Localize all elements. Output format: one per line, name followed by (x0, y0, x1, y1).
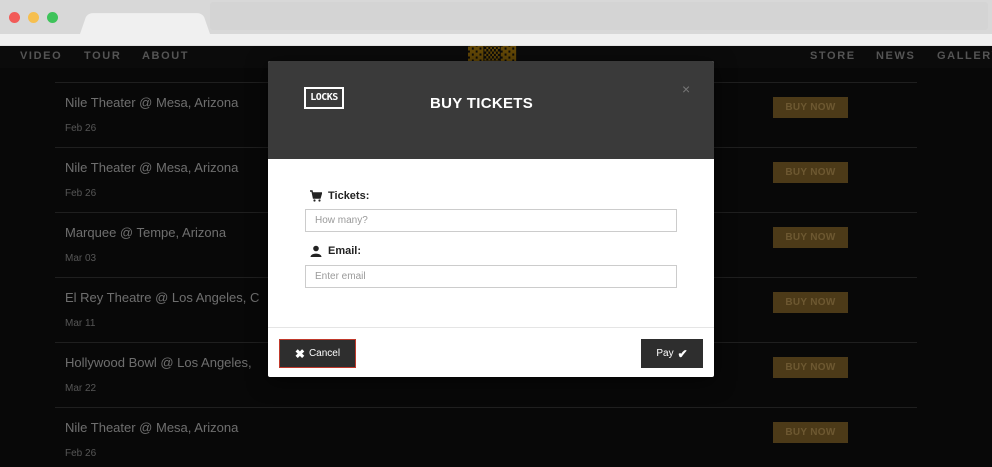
modal-footer: ✖ Cancel Pay ✔ (268, 327, 714, 377)
pay-button[interactable]: Pay ✔ (641, 339, 703, 368)
close-window-icon[interactable] (9, 12, 20, 23)
cancel-button[interactable]: ✖ Cancel (279, 339, 356, 368)
tickets-label-text: Tickets: (328, 190, 370, 202)
address-bar[interactable] (210, 2, 988, 30)
modal-body: Tickets: Email: (268, 159, 714, 327)
email-label-text: Email: (328, 245, 362, 257)
buy-tickets-modal: LOCKS BUY TICKETS × Tickets: E (268, 61, 714, 377)
close-icon: ✖ (294, 346, 305, 361)
browser-chrome (0, 0, 992, 46)
cart-icon (310, 190, 322, 202)
user-icon (310, 245, 322, 257)
modal-logo: LOCKS (304, 87, 344, 109)
tickets-input[interactable] (305, 209, 677, 232)
maximize-window-icon[interactable] (47, 12, 58, 23)
modal-title: BUY TICKETS (430, 95, 534, 112)
page: VIDEO TOUR ABOUT ▓▒▓ STORE NEWS GALLERY … (0, 46, 992, 467)
close-icon[interactable]: × (682, 81, 690, 97)
cancel-label: Cancel (308, 348, 341, 359)
browser-tab[interactable] (80, 13, 210, 34)
email-input[interactable] (305, 265, 677, 288)
email-label: Email: (310, 245, 361, 257)
minimize-window-icon[interactable] (28, 12, 39, 23)
tickets-label: Tickets: (310, 190, 369, 202)
pay-label: Pay (656, 348, 674, 359)
check-icon: ✔ (677, 346, 688, 361)
modal-header: LOCKS BUY TICKETS × (268, 61, 714, 159)
